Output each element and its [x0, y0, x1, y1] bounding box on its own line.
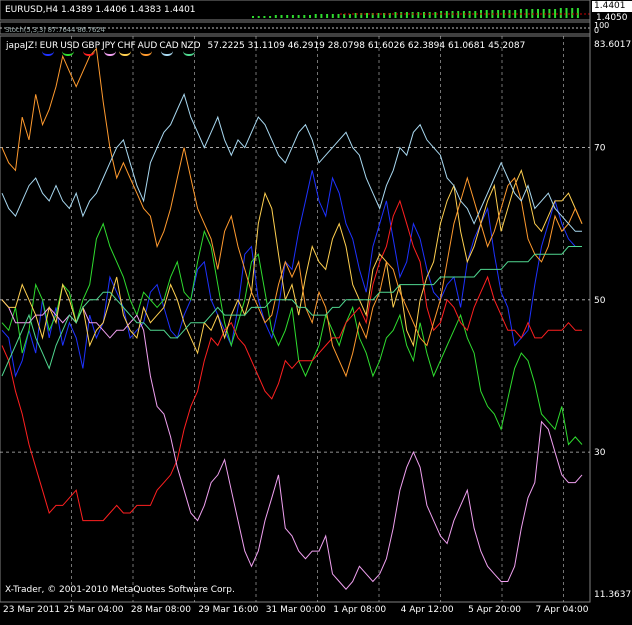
x-tick-label: 4 Apr 12:00	[401, 605, 454, 615]
x-tick-labels: 23 Mar 2011 25 Mar 04:00 28 Mar 08:00 29 Ma…	[3, 605, 589, 615]
legend-item-gbp: GBP	[81, 41, 100, 56]
y-tick-labels: 83.6017 70 50 30 11.3637	[594, 40, 631, 600]
price-bar	[400, 12, 403, 18]
legend-item-chf: CHF	[117, 41, 136, 56]
price-bar	[331, 14, 334, 18]
x-tick-label: 31 Mar 00:00	[266, 605, 326, 615]
legend-item-usd: USD	[60, 41, 79, 56]
price-bar	[348, 14, 351, 18]
price-bar	[280, 15, 283, 18]
y-tick-label: 70	[594, 144, 606, 154]
y-tick-label: 83.6017	[594, 40, 631, 50]
price-bar	[366, 13, 368, 18]
price-bar	[565, 8, 568, 18]
indicator-legend: japaJZ! EUR USD GBP JPY CHF AUD CAD NZD 57.2225…	[6, 41, 527, 56]
series-line-chf	[1, 168, 583, 355]
stoch-panel-title: Stoch(5,3,3) 87.7644 86.7624	[5, 26, 105, 34]
x-tick-label: 29 Mar 16:00	[198, 605, 258, 615]
price-bar	[309, 15, 311, 18]
price-bar	[286, 15, 289, 18]
y-tick-label: 50	[594, 296, 606, 306]
price-bar	[417, 12, 420, 18]
series-line-aud	[1, 47, 583, 378]
price-bar	[571, 8, 574, 18]
price-bar	[405, 12, 408, 18]
price-bar	[337, 14, 340, 18]
price-bar	[434, 12, 437, 18]
legend-item-eur: EUR	[40, 41, 58, 56]
price-bar	[320, 14, 323, 18]
series-line-gbp	[1, 199, 582, 522]
price-bar	[269, 16, 272, 18]
x-tick-label: 5 Apr 20:00	[468, 605, 521, 615]
price-bar	[252, 16, 254, 18]
price-bar	[303, 15, 306, 18]
chart-area: 83.6017 70 50 30 11.3637 23 Mar 2011 25 Mar 0…	[0, 0, 632, 621]
price-bar	[297, 15, 300, 18]
legend-item-aud: AUD	[138, 41, 157, 56]
indicator-values: 57.2225 31.1109 46.2919 28.0798 61.6026 …	[207, 41, 526, 51]
price-bar	[559, 8, 562, 18]
stoch-scale-low: 0	[594, 26, 600, 35]
price-bar	[514, 10, 517, 18]
legend-series-names: EUR USD GBP JPY CHF AUD CAD NZD	[40, 41, 203, 56]
x-tick-label: 1 Apr 08:00	[333, 605, 386, 615]
x-tick-label: 28 Mar 08:00	[131, 605, 191, 615]
copyright-text: X-Trader, © 2001-2010 MetaQuotes Softwar…	[5, 585, 235, 595]
price-bar	[257, 16, 260, 18]
indicator-name: japaJZ!	[6, 41, 38, 51]
price-bar	[428, 12, 431, 18]
chart-svg: 83.6017 70 50 30 11.3637 23 Mar 2011 25 Mar 0…	[0, 0, 631, 615]
price-bar	[394, 12, 397, 18]
price-bar	[274, 15, 277, 18]
series-layer	[1, 47, 583, 590]
series-line-eur	[1, 170, 582, 378]
price-panel-title: EURUSD,H4 1.4389 1.4406 1.4383 1.4401	[5, 5, 196, 15]
price-bar	[423, 12, 425, 18]
x-tick-label: 23 Mar 2011	[3, 605, 60, 615]
price-bar	[445, 11, 448, 18]
x-tick-label: 7 Apr 04:00	[536, 605, 589, 615]
x-tick-label: 25 Mar 04:00	[63, 605, 123, 615]
series-line-cad	[1, 92, 582, 232]
price-bar	[411, 12, 414, 18]
price-bar	[263, 16, 266, 18]
current-price-badge: 1.4401	[592, 1, 632, 12]
legend-item-nzd: NZD	[181, 41, 201, 56]
y-tick-label: 30	[594, 448, 606, 458]
price-bar	[291, 15, 294, 18]
price-bar	[576, 8, 579, 18]
price-bar	[326, 14, 329, 18]
y-tick-label: 11.3637	[594, 590, 631, 600]
price-bar	[314, 14, 317, 18]
legend-item-jpy: JPY	[102, 41, 117, 56]
legend-item-cad: CAD	[159, 41, 179, 56]
price-bar	[343, 14, 346, 18]
price-bar	[554, 9, 557, 18]
